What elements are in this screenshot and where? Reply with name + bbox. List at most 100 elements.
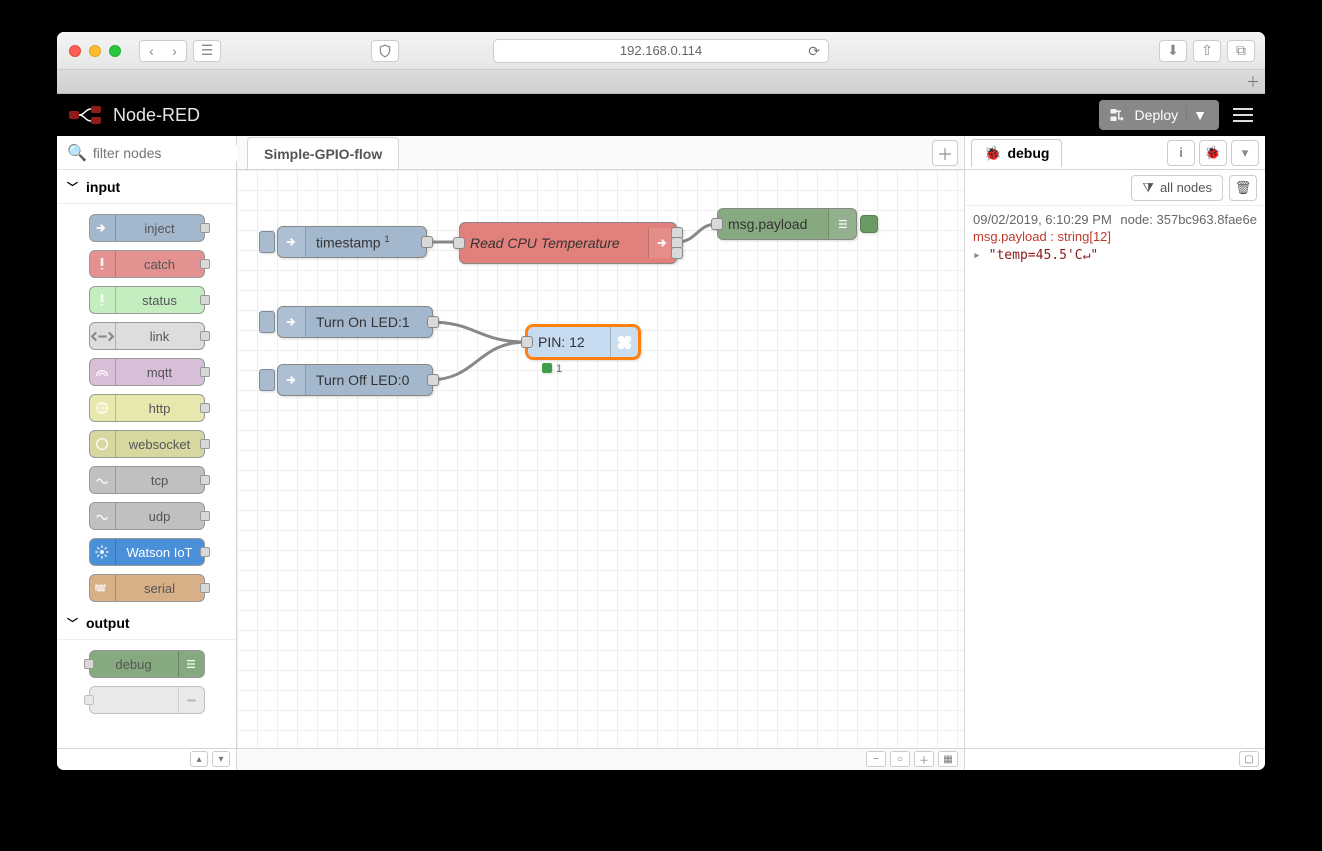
inject-button[interactable] <box>259 231 275 253</box>
url-bar[interactable]: 192.168.0.114 ⟳ <box>493 39 829 63</box>
flow-node-rpi-gpio[interactable]: PIN: 12 1 <box>527 326 639 358</box>
palette-node-websocket[interactable]: websocket <box>89 430 205 458</box>
category-input[interactable]: ﹀ input <box>57 170 236 204</box>
add-flow-button[interactable]: ＋ <box>932 140 958 166</box>
tab-debug[interactable]: 🐞 debug <box>971 139 1062 167</box>
navigator-button[interactable]: ▦ <box>938 751 958 767</box>
zoom-out-button[interactable]: − <box>866 751 886 767</box>
input-port[interactable] <box>521 336 533 348</box>
flow-node-inject-led-off[interactable]: Turn Off LED:0 <box>277 364 433 396</box>
debug-toggle-button[interactable] <box>860 215 878 233</box>
inject-button[interactable] <box>259 369 275 391</box>
nav-back-forward[interactable]: ‹› <box>139 40 187 62</box>
deploy-dropdown[interactable]: ▼ <box>1186 107 1213 123</box>
sidebar-tabs: 🐞 debug i 🐞 ▾ <box>965 136 1265 170</box>
input-port[interactable] <box>453 237 465 249</box>
palette-node-debug[interactable]: debug <box>89 650 205 678</box>
debug-message[interactable]: 09/02/2019, 6:10:29 PM node: 357bc963.8f… <box>973 212 1257 263</box>
palette-node-udp[interactable]: udp <box>89 502 205 530</box>
bridge-icon <box>90 359 116 385</box>
input-port[interactable] <box>711 218 723 230</box>
output-port[interactable] <box>427 374 439 386</box>
reload-icon[interactable]: ⟳ <box>808 43 820 60</box>
flow-canvas[interactable]: timestamp 1 Read CPU Temperature <box>237 170 964 748</box>
main-menu-button[interactable] <box>1233 108 1253 122</box>
palette-node-serial[interactable]: serial <box>89 574 205 602</box>
zoom-in-button[interactable]: ＋ <box>914 751 934 767</box>
palette-node-link[interactable]: link <box>89 322 205 350</box>
node-red-logo <box>69 106 105 124</box>
flow-node-debug[interactable]: msg.payload <box>717 208 857 240</box>
deploy-label: Deploy <box>1135 107 1179 123</box>
url-text: 192.168.0.114 <box>620 43 702 58</box>
port-icon <box>200 331 210 341</box>
flow-tab[interactable]: Simple-GPIO-flow <box>247 137 399 169</box>
alert-icon <box>90 251 116 277</box>
port-icon <box>84 659 94 669</box>
raspberry-icon <box>610 327 638 357</box>
palette-node-status[interactable]: status <box>89 286 205 314</box>
sidebar-toggle-button[interactable]: ☰ <box>193 40 221 62</box>
privacy-shield-button[interactable] <box>371 40 399 62</box>
flow-node-inject-led-on[interactable]: Turn On LED:1 <box>277 306 433 338</box>
workspace-tabs: Simple-GPIO-flow ＋ <box>237 136 964 170</box>
sidebar-debug-button[interactable]: 🐞 <box>1199 140 1227 166</box>
bug-icon: 🐞 <box>984 145 1001 162</box>
flow-node-exec-cpu-temp[interactable]: Read CPU Temperature <box>459 222 677 264</box>
browser-tabbar: ＋ <box>57 70 1265 94</box>
zoom-window-button[interactable] <box>109 45 121 57</box>
share-button[interactable]: ⇧ <box>1193 40 1221 62</box>
window-controls <box>69 45 121 57</box>
bridge-icon <box>90 467 116 493</box>
deploy-button[interactable]: Deploy ▼ <box>1099 100 1219 130</box>
port-icon <box>200 583 210 593</box>
globe-icon <box>90 395 116 421</box>
debug-msg-payload[interactable]: "temp=45.5'C↵" <box>973 248 1257 263</box>
browser-titlebar: ‹› ☰ 192.168.0.114 ⟳ ⬇ ⇧ ⧉ <box>57 32 1265 70</box>
palette-node-catch[interactable]: catch <box>89 250 205 278</box>
palette-search[interactable]: 🔍 <box>57 136 236 170</box>
debug-messages[interactable]: 09/02/2019, 6:10:29 PM node: 357bc963.8f… <box>965 206 1265 748</box>
arrow-in-icon <box>278 365 306 395</box>
port-icon <box>200 295 210 305</box>
palette-node-tcp[interactable]: tcp <box>89 466 205 494</box>
inject-button[interactable] <box>259 311 275 333</box>
output-port[interactable] <box>427 316 439 328</box>
debug-icon <box>178 651 204 677</box>
palette-node-link-out[interactable] <box>89 686 205 714</box>
palette-node-http[interactable]: http <box>89 394 205 422</box>
debug-filter-button[interactable]: ⧩ all nodes <box>1131 175 1223 201</box>
port-icon <box>200 475 210 485</box>
debug-toolbar: ⧩ all nodes 🗑 <box>965 170 1265 206</box>
sidebar-info-button[interactable]: i <box>1167 140 1195 166</box>
category-output[interactable]: ﹀ output <box>57 606 236 640</box>
sidebar-more-button[interactable]: ▾ <box>1231 140 1259 166</box>
app-title: Node-RED <box>113 105 200 126</box>
zoom-reset-button[interactable]: ○ <box>890 751 910 767</box>
downloads-button[interactable]: ⬇ <box>1159 40 1187 62</box>
gear-icon <box>90 539 116 565</box>
palette-node-mqtt[interactable]: mqtt <box>89 358 205 386</box>
sidebar-popout-button[interactable]: ▢ <box>1239 751 1259 767</box>
palette-node-watson[interactable]: Watson IoT <box>89 538 205 566</box>
output-port[interactable] <box>671 247 683 259</box>
debug-clear-button[interactable]: 🗑 <box>1229 175 1257 201</box>
link-icon <box>90 323 116 349</box>
palette: 🔍 ﹀ input inject <box>57 136 237 770</box>
new-tab-button[interactable]: ＋ <box>1241 70 1265 94</box>
chevron-down-icon: ﹀ <box>67 615 78 631</box>
palette-collapse-in-button[interactable]: ▴ <box>190 751 208 767</box>
output-port[interactable] <box>421 236 433 248</box>
port-icon <box>200 223 210 233</box>
debug-msg-node: node: 357bc963.8fae6e <box>1120 212 1257 227</box>
tabs-button[interactable]: ⧉ <box>1227 40 1255 62</box>
arrow-in-icon <box>278 307 306 337</box>
close-window-button[interactable] <box>69 45 81 57</box>
alert-icon <box>90 287 116 313</box>
palette-node-inject[interactable]: inject <box>89 214 205 242</box>
link-icon <box>178 687 204 713</box>
minimize-window-button[interactable] <box>89 45 101 57</box>
flow-node-inject-timestamp[interactable]: timestamp 1 <box>277 226 427 258</box>
port-icon <box>200 403 210 413</box>
palette-collapse-out-button[interactable]: ▾ <box>212 751 230 767</box>
